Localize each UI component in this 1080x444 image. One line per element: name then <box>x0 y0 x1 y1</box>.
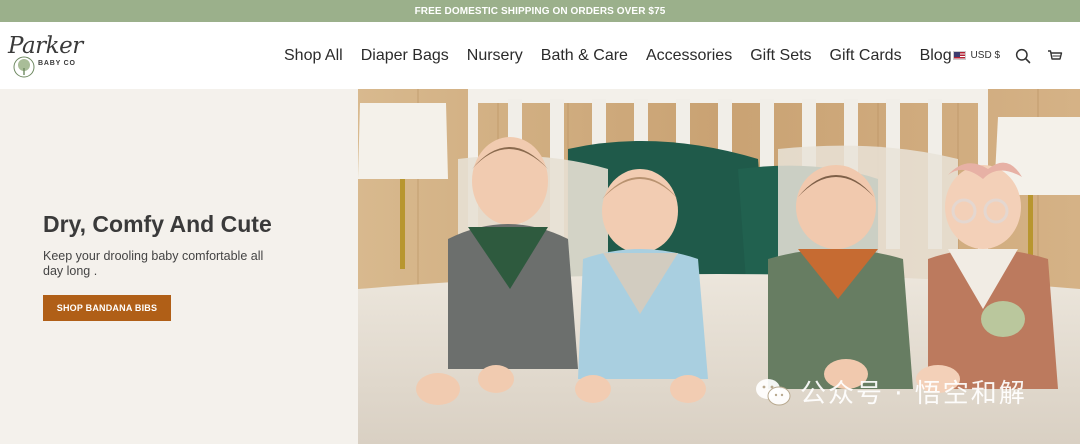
hero-title: Dry, Comfy And Cute <box>43 211 272 237</box>
tree-icon <box>13 56 35 78</box>
main-nav: Shop All Diaper Bags Nursery Bath & Care… <box>284 22 952 89</box>
hero-description: Keep your drooling baby comfortable all … <box>43 249 264 278</box>
site-header: Parker BABY CO Shop All Diaper Bags Nurs… <box>0 22 1080 89</box>
nav-nursery[interactable]: Nursery <box>467 47 523 65</box>
wechat-icon <box>756 378 791 405</box>
nav-blog[interactable]: Blog <box>920 47 952 65</box>
announcement-bar: FREE DOMESTIC SHIPPING ON ORDERS OVER $7… <box>0 0 1080 22</box>
cart-icon <box>1048 49 1063 60</box>
logo-sub: BABY CO <box>38 60 76 67</box>
us-flag-icon <box>952 51 966 60</box>
hero-image: 公众号 · 悟空和解 <box>358 89 1080 444</box>
nav-gift-cards[interactable]: Gift Cards <box>830 47 902 65</box>
cart-button[interactable] <box>1046 47 1064 65</box>
nav-shop-all[interactable]: Shop All <box>284 47 343 65</box>
shop-bandana-bibs-button[interactable]: SHOP BANDANA BIBS <box>43 295 171 321</box>
nav-bath-care[interactable]: Bath & Care <box>541 47 628 65</box>
search-button[interactable] <box>1014 47 1032 65</box>
hero-text-panel: Dry, Comfy And Cute Keep your drooling b… <box>0 89 358 444</box>
announcement-text: FREE DOMESTIC SHIPPING ON ORDERS OVER $7… <box>414 5 666 17</box>
currency-selector[interactable]: USD $ <box>952 50 1000 61</box>
nav-diaper-bags[interactable]: Diaper Bags <box>361 47 449 65</box>
header-utilities: USD $ <box>952 22 1064 89</box>
watermark: 公众号 · 悟空和解 <box>754 373 1027 410</box>
currency-label: USD $ <box>970 50 1000 61</box>
logo[interactable]: Parker BABY CO <box>8 33 88 79</box>
search-icon <box>1015 48 1031 63</box>
nav-accessories[interactable]: Accessories <box>646 47 732 65</box>
watermark-text: 公众号 · 悟空和解 <box>800 379 1027 409</box>
nav-gift-sets[interactable]: Gift Sets <box>750 47 811 65</box>
